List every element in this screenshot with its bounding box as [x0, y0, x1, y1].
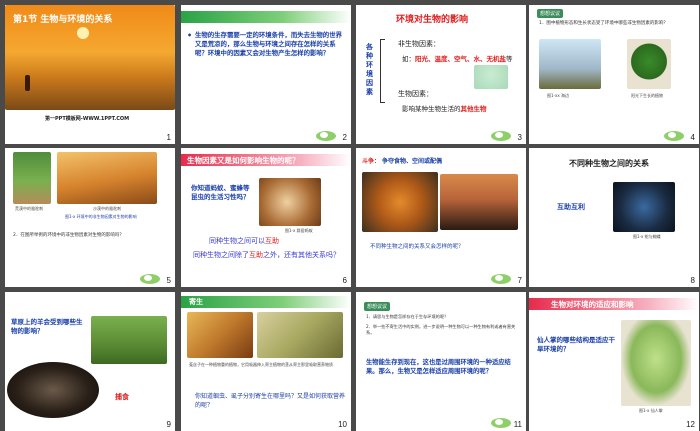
main-text: 生物能生存到现在，这也是过周围环境的一种适应结果。那么，生物又是怎样适应周围环境…: [366, 359, 511, 375]
slide-number: 7: [517, 276, 522, 285]
predation-label: 捕食: [115, 393, 129, 401]
slide-thumb-12[interactable]: 生物对环境的适应和影响 仙人掌的哪些结构是适应干旱环境的？ 图1-x 仙人掌 1…: [529, 292, 699, 431]
title-stripe: [181, 296, 351, 308]
owl-image: [7, 362, 99, 418]
potted-plant-image: [627, 39, 671, 89]
biotic-desc: 影响某种生物生活的其他生物: [402, 105, 487, 113]
sun-icon: [77, 27, 89, 39]
dodder-plant-image: [257, 312, 343, 358]
side-label: 各种环境因素: [366, 43, 373, 96]
leaf-logo-icon: [139, 270, 161, 284]
slide-title: 第1节 生物与环境的关系: [13, 15, 113, 25]
question-text: 你知道蛔虫、虱子分别寄生在哪里吗？又是如何获取营养的呢？: [195, 393, 346, 409]
caption-2: 阳光下生长的植物: [631, 93, 663, 98]
struggle-heading: 斗争： 争夺食物、空间或配偶: [362, 158, 442, 165]
slide-number: 6: [342, 276, 347, 285]
think-tag: 想想议议: [537, 9, 564, 18]
slide-title: 不同种生物之间的关系: [569, 159, 649, 168]
slide-number: 11: [513, 420, 522, 429]
photo-caption: 图1-x 蛇与蝴蝶: [633, 234, 661, 239]
tigers-image: [362, 172, 438, 232]
slide-footer: 第一PPT模板网-WWW.1PPT.COM: [45, 116, 130, 122]
slide-number: 1: [166, 133, 171, 142]
slide-number: 9: [166, 420, 171, 429]
butterfly-image: [613, 182, 675, 232]
slide-thumb-3[interactable]: 环境对生物的影响 各种环境因素 非生物因素： 如：阳光、温度、空气、水、无机盐等…: [356, 5, 526, 144]
slide-number: 5: [166, 276, 171, 285]
key-term: 互助互利: [557, 203, 585, 211]
question-2: 2．举一些不寄生活中的实例，进一步说明一种生物可以一种生物有利或者有害关系。: [366, 324, 516, 335]
slide-title: 环境对生物的影响: [396, 15, 469, 25]
slide-thumb-10[interactable]: 寄生 菟丝子在一种植物重的植物，它用吸器伸入寄主植物的茎从寄主那里吸取营养物质 …: [181, 292, 351, 431]
caption-1: 图1-xx 海边: [547, 93, 569, 98]
question-1: 1．请思与生物是怎样存在于生存环境的呢？: [366, 314, 449, 319]
sheep-image: [91, 316, 167, 364]
abiotic-label: 非生物因素：: [398, 40, 440, 48]
relation-line-2: 同种生物之间除了互助之外，还有其他关系吗？: [193, 251, 340, 259]
tree-silhouette: [25, 75, 30, 91]
photo-caption: 菟丝子在一种植物重的植物，它用吸器伸入寄主植物的茎从寄主那里吸取营养物质: [189, 362, 333, 367]
title-stripe: [181, 11, 351, 23]
slide-body-text: 生物的生存需要一定的环境条件，而失去生物的世界又是荒凉的，那么生物与环境之间存在…: [195, 31, 342, 57]
slide-number: 12: [686, 420, 695, 429]
bullet: •: [187, 31, 193, 40]
relation-line-1: 同种生物之间可以互助: [209, 237, 279, 245]
question-text: 仙人掌的哪些结构是适应干旱环境的？: [537, 336, 615, 353]
leaf-logo-icon: [663, 127, 685, 141]
slide-thumb-7[interactable]: 斗争： 争夺食物、空间或配偶 不同种生物之间的关系又会怎样的呢？ 7: [356, 148, 526, 287]
leaf-logo-icon: [490, 127, 512, 141]
biotic-label: 生物因素：: [398, 90, 433, 98]
question-text: 1．图中植物形态和生长状态受了环境中哪些非生物因素的影响？: [539, 21, 668, 26]
photo-caption: 图1-x 仙人掌: [639, 408, 663, 413]
slide-thumb-1[interactable]: 第1节 生物与环境的关系 第一PPT模板网-WWW.1PPT.COM 1: [5, 5, 175, 144]
slide-thumb-11[interactable]: 想想议议 1．请思与生物是怎样存在于生存环境的呢？ 2．举一些不寄生活中的实例，…: [356, 292, 526, 431]
caption-2: 沙漠中的骆驼刺: [93, 206, 121, 211]
slide-thumb-4[interactable]: 想想议议 1．图中植物形态和生长状态受了环境中哪些非生物因素的影响？ 图1-xx…: [529, 5, 699, 144]
leaf-logo-icon: [490, 270, 512, 284]
shrub-image: [13, 152, 51, 204]
leaf-logo-icon: [490, 414, 512, 428]
slide-number: 4: [690, 133, 695, 142]
abiotic-example: 如：阳光、温度、空气、水、无机盐等: [402, 55, 513, 63]
slide-thumb-9[interactable]: 草原上的羊会受到哪些生物的影响？ 捕食 9: [5, 292, 175, 431]
slide-thumb-5[interactable]: 荒漠中的骆驼刺 沙漠中的骆驼刺 图1-x 环境中的非生物因素对生物的影响 2．在…: [5, 148, 175, 287]
deer-image: [474, 65, 508, 89]
sunset-tree-image: [440, 174, 518, 230]
slide-thumb-2[interactable]: • 生物的生存需要一定的环境条件，而失去生物的世界又是荒凉的，那么生物与环境之间…: [181, 5, 351, 144]
slide-thumb-8[interactable]: 不同种生物之间的关系 互助互利 图1-x 蛇与蝴蝶 8: [529, 148, 699, 287]
slide-number: 2: [342, 133, 347, 142]
slide-title: 生物因素又是如何影响生物的呢？: [187, 156, 300, 165]
question-text: 草原上的羊会受到哪些生物的影响？: [11, 318, 83, 335]
photo-caption: 图1-x 群居蚂蚁: [285, 228, 313, 233]
caption-line: 图1-x 环境中的非生物因素对生物的影响: [65, 214, 137, 219]
leaf-logo-icon: [315, 127, 337, 141]
slide-number: 8: [690, 276, 695, 285]
question-text: 2．在图所举例的环境中的非生物因素对生物的影响吗？: [13, 233, 124, 238]
slide-number: 10: [338, 420, 347, 429]
ant-photo: [259, 178, 321, 226]
sand-dune-image: [57, 152, 157, 204]
parasite-worm-image: [187, 312, 253, 358]
question-text: 不同种生物之间的关系又会怎样的呢？: [370, 244, 464, 250]
ask-text: 你知道蚂蚁、蜜蜂等昆虫的生活习性吗？: [191, 184, 250, 201]
cactus-image: [621, 320, 691, 406]
slide-number: 3: [517, 133, 522, 142]
slide-thumb-6[interactable]: 生物因素又是如何影响生物的呢？ 你知道蚂蚁、蜜蜂等昆虫的生活习性吗？ 图1-x …: [181, 148, 351, 287]
slide-title: 生物对环境的适应和影响: [551, 300, 634, 309]
caption-1: 荒漠中的骆驼刺: [15, 206, 43, 211]
brace: [380, 39, 385, 103]
slide-title: 寄生: [189, 298, 203, 306]
think-tag: 想想议议: [364, 302, 391, 311]
windswept-tree-image: [539, 39, 601, 89]
